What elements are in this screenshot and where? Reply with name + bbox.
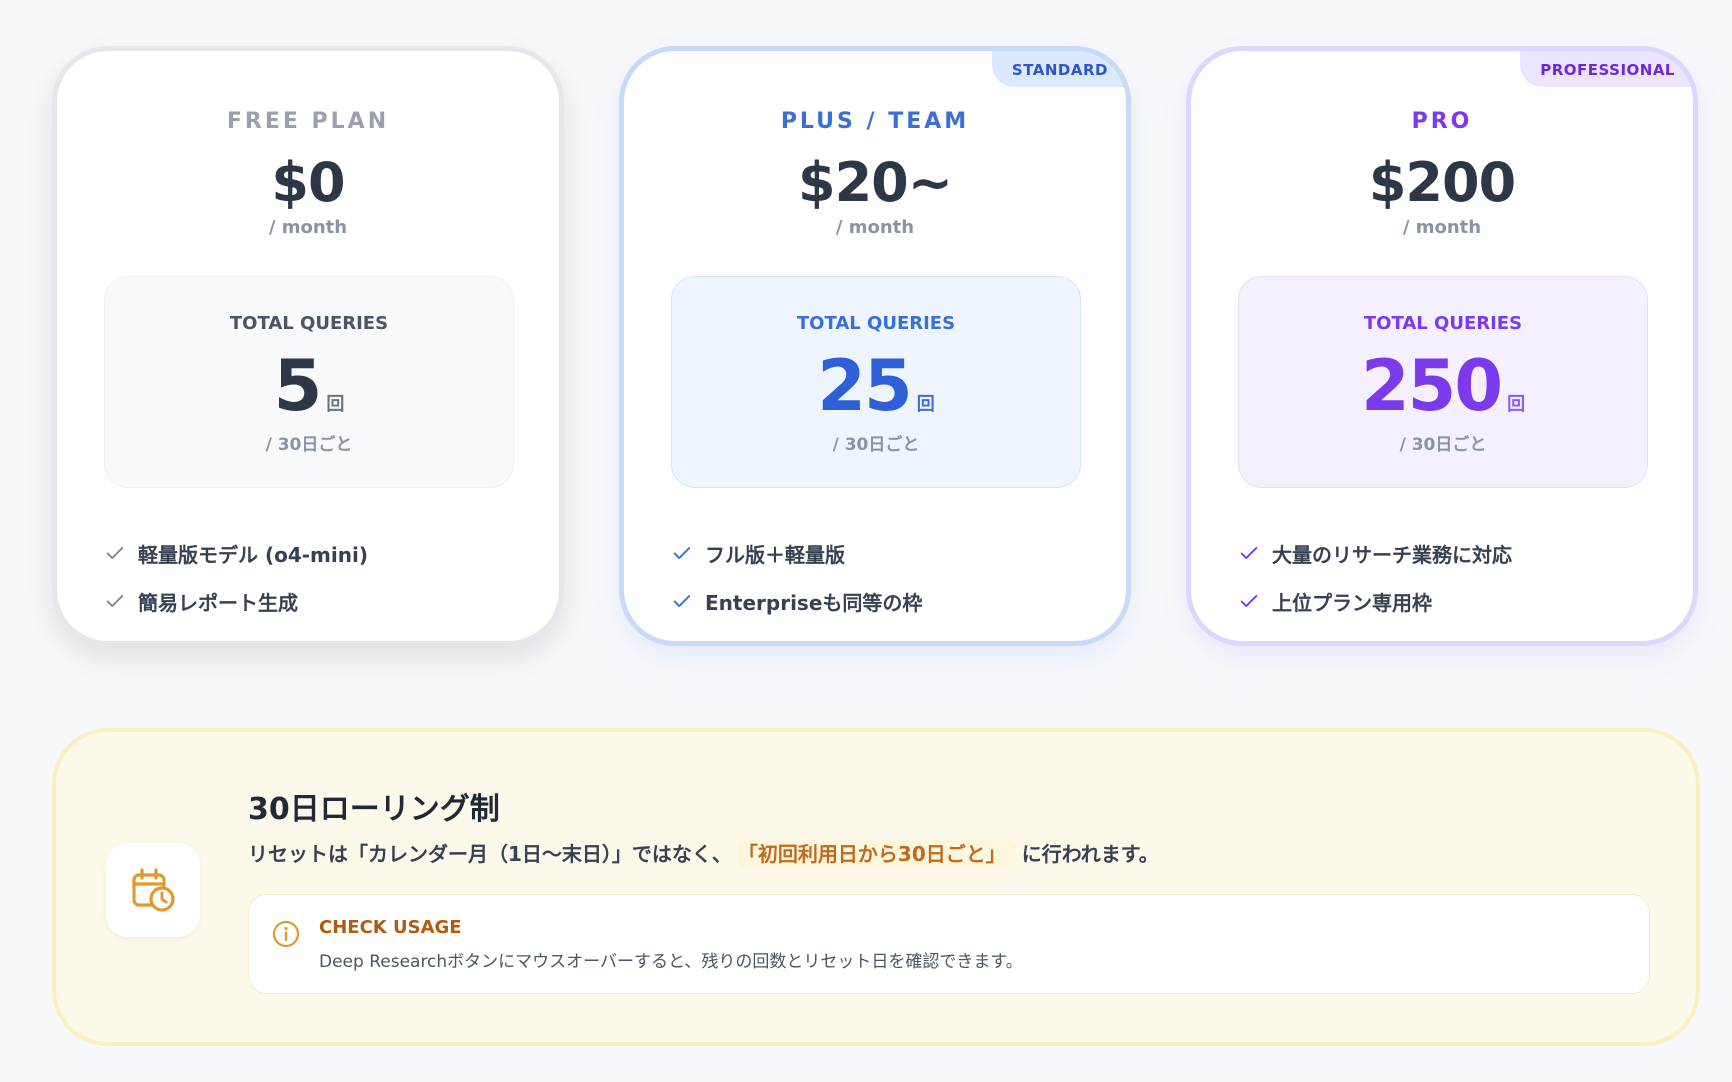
notice-desc-highlight: 「初回利用日から30日ごと」 — [737, 840, 1016, 868]
plan-name: FREE PLAN — [226, 109, 390, 134]
notice-description: リセットは「カレンダー月（1日〜末日）」ではなく、 「初回利用日から30日ごと」に… — [248, 838, 1159, 868]
notice-icon-box — [106, 843, 200, 937]
plan-period: / month — [268, 217, 348, 238]
feature-label: 簡易レポート生成 — [138, 590, 298, 615]
check-icon — [673, 595, 691, 607]
feature-label: 軽量版モデル (o4-mini) — [138, 542, 368, 567]
feature-label: フル版＋軽量版 — [705, 542, 845, 567]
queries-box: TOTAL QUERIES 250 回 / 30日ごと — [1238, 276, 1648, 488]
plan-price: $200 — [1368, 151, 1516, 214]
plan-badge: STANDARD — [991, 51, 1126, 87]
queries-label: TOTAL QUERIES — [1363, 313, 1523, 334]
queries-unit: 回 — [326, 394, 345, 415]
plan-badge: PROFESSIONAL — [1520, 51, 1693, 87]
feature-item: 軽量版モデル (o4-mini) — [104, 529, 524, 577]
feature-label: Enterpriseも同等の枠 — [705, 590, 923, 615]
queries-count: 5回 — [105, 345, 513, 427]
check-icon — [1240, 547, 1258, 559]
check-icon — [1240, 595, 1258, 607]
info-icon — [272, 920, 300, 948]
check-icon — [106, 547, 124, 559]
feature-list: フル版＋軽量版 Enterpriseも同等の枠 — [671, 529, 1091, 625]
notice-desc-before: リセットは「カレンダー月（1日〜末日）」ではなく、 — [248, 842, 732, 866]
queries-value: 5 — [273, 345, 323, 427]
feature-item: 簡易レポート生成 — [104, 577, 524, 625]
queries-box: TOTAL QUERIES 25 回 / 30日ごと — [671, 276, 1081, 488]
plan-name: PRO — [1411, 109, 1473, 134]
feature-item: 大量のリサーチ業務に対応 — [1238, 529, 1658, 577]
calendar-clock-icon — [132, 868, 175, 912]
check-icon — [106, 595, 124, 607]
plan-period: / month — [835, 217, 915, 238]
feature-list: 軽量版モデル (o4-mini) 簡易レポート生成 — [104, 529, 524, 625]
queries-box: TOTAL QUERIES 5回 / 30日ごと — [104, 276, 514, 488]
plan-price: $0 — [271, 151, 345, 214]
plan-card-plus-team: STANDARD PLUS / TEAM $20~ / month TOTAL … — [619, 46, 1131, 646]
check-usage-box: CHECK USAGE Deep Researchボタンにマウスオーバーすると、… — [248, 894, 1650, 994]
feature-item: Enterpriseも同等の枠 — [671, 577, 1091, 625]
plan-name: PLUS / TEAM — [780, 109, 970, 134]
usage-title: CHECK USAGE — [319, 917, 462, 938]
queries-count: 250 回 — [1239, 345, 1647, 427]
queries-value: 250 — [1360, 345, 1503, 427]
queries-label: TOTAL QUERIES — [796, 313, 956, 334]
plan-card-free: FREE PLAN $0 / month TOTAL QUERIES 5回 / … — [52, 46, 564, 646]
queries-label: TOTAL QUERIES — [229, 313, 389, 334]
feature-label: 大量のリサーチ業務に対応 — [1272, 542, 1512, 567]
feature-list: 大量のリサーチ業務に対応 上位プラン専用枠 — [1238, 529, 1658, 625]
pricing-cards: FREE PLAN $0 / month TOTAL QUERIES 5回 / … — [52, 46, 1702, 646]
notice-title: 30日ローリング制 — [248, 792, 500, 827]
queries-period: / 30日ごと — [265, 435, 353, 455]
queries-count: 25 回 — [672, 345, 1080, 427]
feature-label: 上位プラン専用枠 — [1272, 590, 1432, 615]
usage-text: Deep Researchボタンにマウスオーバーすると、残りの回数とリセット日を… — [319, 952, 1023, 972]
feature-item: 上位プラン専用枠 — [1238, 577, 1658, 625]
plan-price: $20~ — [798, 151, 953, 214]
rolling-reset-notice: 30日ローリング制 リセットは「カレンダー月（1日〜末日）」ではなく、 「初回利用… — [52, 728, 1700, 1046]
plan-period: / month — [1402, 217, 1482, 238]
plan-card-pro: PROFESSIONAL PRO $200 / month TOTAL QUER… — [1186, 46, 1698, 646]
queries-period: / 30日ごと — [832, 435, 920, 455]
queries-period: / 30日ごと — [1399, 435, 1487, 455]
queries-unit: 回 — [916, 394, 935, 415]
feature-item: フル版＋軽量版 — [671, 529, 1091, 577]
queries-unit: 回 — [1507, 394, 1526, 415]
queries-value: 25 — [817, 345, 912, 427]
notice-desc-after: に行われます。 — [1021, 842, 1159, 866]
check-icon — [673, 547, 691, 559]
